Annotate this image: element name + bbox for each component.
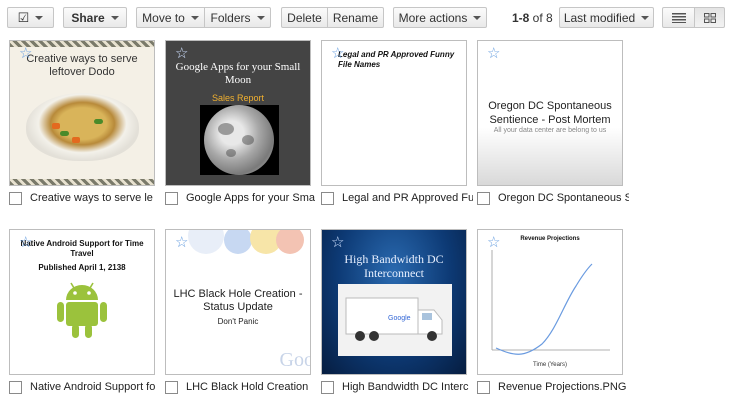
grid-view-icon (703, 12, 716, 23)
select-checkbox[interactable] (165, 191, 178, 205)
moon-image (204, 105, 274, 175)
carrot-piece (52, 123, 60, 129)
doc-thumbnail-4[interactable]: Oregon DC Spontaneous Sentience - Post M… (477, 40, 623, 186)
truck-photo: Google (338, 284, 452, 356)
doc-thumbnail-5[interactable]: Native Android Support for Time Travel P… (9, 229, 155, 375)
doc-caption-6[interactable]: LHC Black Hold Creation (165, 379, 317, 395)
doc-thumbnail-3[interactable]: Legal and PR Approved Funny File Names ☆ (321, 40, 467, 186)
doc-title[interactable]: Legal and PR Approved Fu (342, 192, 473, 204)
move-to-label: Move to (142, 10, 185, 25)
select-checkbox[interactable] (9, 380, 22, 394)
doc-title[interactable]: Native Android Support fo (30, 381, 155, 393)
thumb-title: Creative ways to serve leftover Dodo (26, 53, 138, 78)
rename-label: Rename (332, 10, 379, 25)
toolbar: ☑ Share Move to Folders Delete Rename Mo… (0, 0, 735, 36)
sort-button[interactable]: Last modified (559, 7, 654, 28)
delete-label: Delete (287, 10, 322, 25)
herb-piece (94, 119, 103, 124)
move-to-button[interactable]: Move to (136, 7, 205, 28)
chevron-down-icon (35, 15, 44, 20)
google-logo: Goo (279, 349, 311, 371)
thumb-subtitle: Published April 1, 2138 (38, 263, 126, 272)
more-actions-button[interactable]: More actions (393, 7, 487, 28)
thumb-x-axis-label: Time (Years) (533, 362, 567, 368)
truck-logo: Google (388, 315, 411, 322)
chevron-down-icon (641, 15, 650, 20)
select-checkbox[interactable] (477, 191, 490, 205)
doc-caption-4[interactable]: Oregon DC Spontaneous S (477, 190, 629, 206)
share-button[interactable]: Share (63, 7, 127, 28)
doc-caption-7[interactable]: High Bandwidth DC Interc (321, 379, 473, 395)
select-checkbox[interactable] (477, 380, 490, 394)
share-label: Share (71, 10, 105, 25)
doc-thumbnail-7[interactable]: High Bandwidth DC Interconnect Google ☆ (321, 229, 467, 375)
chevron-down-icon (110, 15, 119, 20)
doc-caption-8[interactable]: Revenue Projections.PNG (477, 379, 629, 395)
rename-button[interactable]: Rename (327, 7, 384, 28)
star-icon[interactable]: ☆ (19, 235, 32, 250)
doc-title[interactable]: Creative ways to serve le (30, 192, 153, 204)
star-icon[interactable]: ☆ (487, 235, 500, 250)
more-actions-label: More actions (398, 10, 468, 25)
thumb-subtitle: Don't Panic (217, 317, 259, 326)
doc-title[interactable]: Oregon DC Spontaneous S (498, 192, 629, 204)
doc-caption-1[interactable]: Creative ways to serve le (9, 190, 161, 206)
doc-title[interactable]: Google Apps for your Sma (186, 192, 315, 204)
thumb-title: High Bandwidth DC Interconnect (344, 252, 444, 280)
doc-title[interactable]: Revenue Projections.PNG (498, 381, 626, 393)
revenue-line-graph (491, 250, 610, 355)
count-total: of 8 (529, 11, 553, 25)
star-icon[interactable]: ☆ (487, 46, 500, 61)
list-view-icon (671, 12, 686, 23)
star-icon[interactable]: ☆ (175, 235, 188, 250)
thumb-title: Google Apps for your Small Moon (175, 61, 301, 86)
select-checkbox[interactable] (9, 191, 22, 205)
doc-thumbnail-1[interactable]: Creative ways to serve leftover Dodo ☆ (9, 40, 155, 186)
carrot-piece (72, 137, 80, 143)
truck-icon: Google (345, 297, 443, 341)
thumb-subtitle: Sales Report (211, 93, 265, 103)
count-range: 1-8 (512, 11, 530, 25)
soup-bowl-image (26, 93, 139, 161)
thumb-title: Legal and PR Approved Funny File Names (338, 50, 455, 69)
list-view-button[interactable] (662, 7, 695, 28)
doc-caption-5[interactable]: Native Android Support fo (9, 379, 161, 395)
star-icon[interactable]: ☆ (331, 235, 344, 250)
select-checkbox[interactable] (321, 380, 334, 394)
thumb-title: Oregon DC Spontaneous Sentience - Post M… (488, 100, 612, 126)
grid-view-button[interactable] (694, 7, 725, 28)
doc-thumbnail-6[interactable]: LHC Black Hole Creation - Status Update … (165, 229, 311, 375)
android-robot-icon (57, 282, 107, 338)
folders-label: Folders (210, 10, 251, 25)
star-icon[interactable]: ☆ (175, 46, 188, 61)
sort-label: Last modified (563, 10, 636, 25)
star-icon[interactable]: ☆ (19, 46, 32, 61)
star-icon[interactable]: ☆ (331, 46, 344, 61)
doc-caption-3[interactable]: Legal and PR Approved Fu (321, 190, 473, 206)
thumb-title: LHC Black Hole Creation - Status Update (173, 288, 303, 313)
thumb-title: Native Android Support for Time Travel (20, 239, 144, 258)
item-count: 1-8 of 8 (512, 11, 553, 25)
folders-button[interactable]: Folders (204, 7, 271, 28)
chevron-down-icon (473, 15, 482, 20)
doc-caption-2[interactable]: Google Apps for your Sma (165, 190, 317, 206)
chevron-down-icon (256, 15, 265, 20)
herb-piece (60, 131, 69, 136)
select-all-button[interactable]: ☑ (7, 7, 54, 28)
doc-thumbnail-8[interactable]: Revenue Projections Time (Years) ☆ (477, 229, 623, 375)
doc-thumbnail-2[interactable]: Google Apps for your Small Moon Sales Re… (165, 40, 311, 186)
chevron-down-icon (190, 15, 199, 20)
select-checkbox[interactable] (321, 191, 334, 205)
decorative-stripe (10, 179, 154, 185)
doc-title[interactable]: High Bandwidth DC Interc (342, 381, 469, 393)
thumb-subtitle: All your data center are belong to us (493, 127, 607, 134)
checkbox-icon: ☑ (17, 9, 30, 25)
doc-title[interactable]: LHC Black Hold Creation (186, 381, 308, 393)
delete-button[interactable]: Delete (281, 7, 328, 28)
select-checkbox[interactable] (165, 380, 178, 394)
